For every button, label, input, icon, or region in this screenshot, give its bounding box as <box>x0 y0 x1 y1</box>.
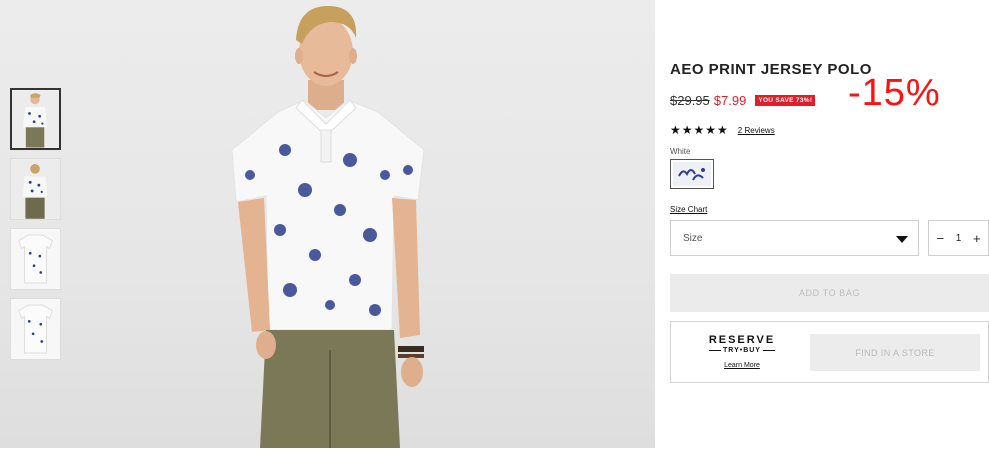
reviews-link[interactable]: 2 Reviews <box>738 126 775 135</box>
find-in-store-button[interactable]: FIND IN A STORE <box>810 334 980 371</box>
quantity-value: 1 <box>955 232 962 244</box>
reserve-title: RESERVE <box>708 334 776 346</box>
main-product-image <box>180 0 480 448</box>
thumbnail-flat-front[interactable] <box>10 228 61 290</box>
color-label: White <box>670 147 691 156</box>
product-gallery <box>0 0 655 448</box>
add-to-bag-button[interactable]: ADD TO BAG <box>670 274 989 312</box>
product-details-panel: AEO PRINT JERSEY POLO $29.95 $7.99 YOU S… <box>670 0 989 455</box>
reserve-subtitle: TRY•BUY <box>701 347 783 354</box>
thumbnail-front[interactable] <box>10 88 61 150</box>
thumbnail-back[interactable] <box>10 158 61 220</box>
flat-front-thumbnail-image <box>11 229 60 289</box>
product-title: AEO PRINT JERSEY POLO <box>670 61 872 78</box>
price-row: $29.95 $7.99 YOU SAVE 73%! <box>670 93 816 108</box>
size-dropdown-label: Size <box>683 233 703 244</box>
reserve-subtitle-text: TRY•BUY <box>723 347 761 354</box>
swatch-print-pattern <box>673 162 711 186</box>
quantity-decrease-button[interactable]: − <box>933 231 947 246</box>
savings-badge: YOU SAVE 73%! <box>755 95 816 106</box>
quantity-increase-button[interactable]: + <box>970 231 984 246</box>
dash-right <box>762 350 775 351</box>
original-price: $29.95 <box>670 93 710 108</box>
size-chart-link[interactable]: Size Chart <box>670 205 707 214</box>
color-swatch-white[interactable] <box>670 159 714 189</box>
model-wearing-polo-image <box>231 6 425 448</box>
reserve-try-buy-panel: RESERVE TRY•BUY Learn More FIND IN A STO… <box>670 321 989 383</box>
thumbnail-list <box>10 88 61 368</box>
reserve-logo: RESERVE TRY•BUY Learn More <box>701 334 783 372</box>
dash-left <box>709 350 721 351</box>
discount-overlay-text: -15% <box>848 72 941 114</box>
thumbnail-flat-back[interactable] <box>10 298 61 360</box>
caret-down-icon <box>896 236 908 243</box>
model-back-thumbnail-image <box>11 159 60 219</box>
size-dropdown[interactable]: Size <box>670 220 919 256</box>
print-swatch-icon <box>673 162 711 186</box>
quantity-stepper: − 1 + <box>928 220 989 256</box>
sale-price: $7.99 <box>713 93 747 108</box>
learn-more-link[interactable]: Learn More <box>724 362 760 369</box>
model-front-thumbnail-image <box>12 90 59 148</box>
rating-row: ★★★★★ 2 Reviews <box>670 123 775 137</box>
star-rating-icon: ★★★★★ <box>670 123 729 137</box>
flat-back-thumbnail-image <box>11 299 60 359</box>
